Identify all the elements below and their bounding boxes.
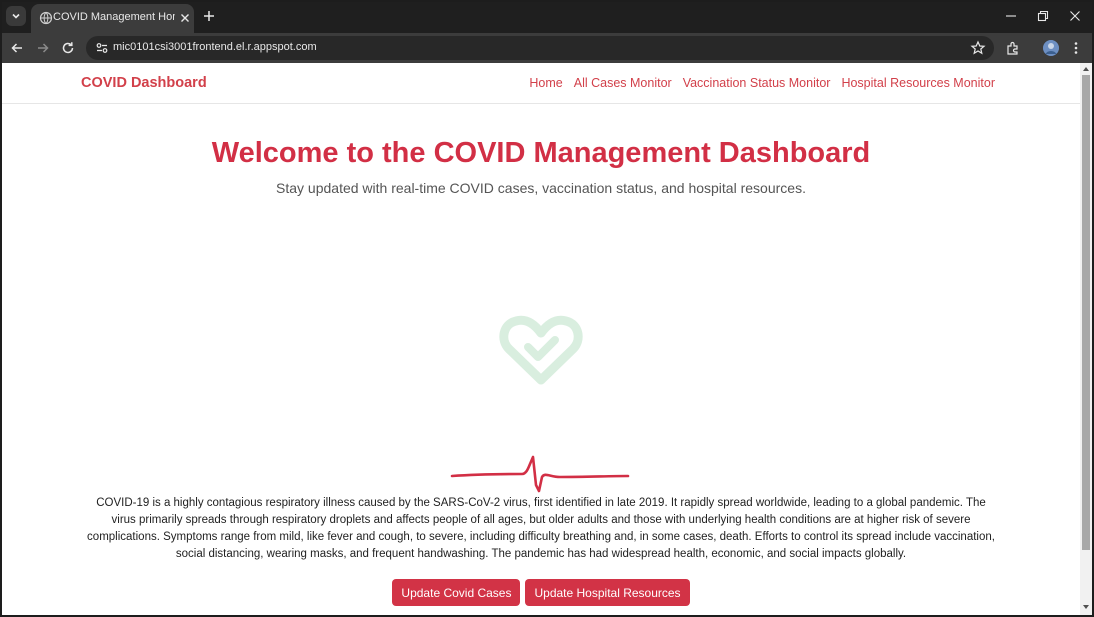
- nav-link-all-cases[interactable]: All Cases Monitor: [574, 76, 672, 90]
- reload-icon[interactable]: [60, 40, 76, 56]
- globe-icon: [39, 11, 53, 25]
- restore-icon[interactable]: [1036, 9, 1050, 23]
- new-tab-icon[interactable]: [201, 8, 217, 24]
- tab-search-chevron-icon[interactable]: [6, 6, 26, 26]
- nav-links: Home All Cases Monitor Vaccination Statu…: [2, 76, 995, 90]
- minimize-icon[interactable]: [1004, 9, 1018, 23]
- back-arrow-icon[interactable]: [9, 40, 25, 56]
- action-buttons: Update Covid Cases Update Hospital Resou…: [2, 579, 1080, 606]
- page-title: Welcome to the COVID Management Dashboar…: [211, 137, 871, 169]
- heartbeat-line-icon: [450, 455, 630, 493]
- browser-menu-icon[interactable]: [1068, 40, 1084, 56]
- site-info-icon[interactable]: [94, 40, 110, 56]
- browser-toolbar: mic0101csi3001frontend.el.r.appspot.com: [0, 33, 1094, 63]
- scrollbar-thumb[interactable]: [1082, 75, 1090, 550]
- page-viewport: COVID Dashboard Home All Cases Monitor V…: [2, 63, 1080, 615]
- heart-check-icon: [499, 315, 583, 385]
- page-subtitle: Stay updated with real-time COVID cases,…: [276, 180, 806, 196]
- nav-link-vaccination[interactable]: Vaccination Status Monitor: [683, 76, 831, 90]
- scroll-up-arrow-icon[interactable]: [1082, 65, 1090, 73]
- browser-tabstrip: COVID Management Home: [0, 0, 1094, 33]
- close-tab-icon[interactable]: [177, 10, 193, 26]
- address-bar[interactable]: mic0101csi3001frontend.el.r.appspot.com: [86, 36, 994, 60]
- browser-tab[interactable]: COVID Management Home: [31, 4, 194, 33]
- bookmark-star-icon[interactable]: [970, 40, 986, 56]
- page-scrollbar[interactable]: [1080, 63, 1092, 615]
- forward-arrow-icon[interactable]: [35, 40, 51, 56]
- extensions-icon[interactable]: [1005, 40, 1021, 56]
- profile-avatar[interactable]: [1043, 40, 1059, 56]
- update-covid-cases-button[interactable]: Update Covid Cases: [392, 579, 521, 606]
- site-navbar: COVID Dashboard Home All Cases Monitor V…: [2, 63, 1080, 104]
- nav-link-hospital-resources[interactable]: Hospital Resources Monitor: [841, 76, 995, 90]
- scroll-down-arrow-icon[interactable]: [1082, 603, 1090, 611]
- window-close-icon[interactable]: [1068, 9, 1082, 23]
- url-text: mic0101csi3001frontend.el.r.appspot.com: [113, 41, 317, 53]
- covid-intro-text: COVID-19 is a highly contagious respirat…: [87, 497, 995, 560]
- update-hospital-resources-button[interactable]: Update Hospital Resources: [525, 579, 690, 606]
- nav-link-home[interactable]: Home: [529, 76, 562, 90]
- tab-title: COVID Management Home: [53, 11, 175, 23]
